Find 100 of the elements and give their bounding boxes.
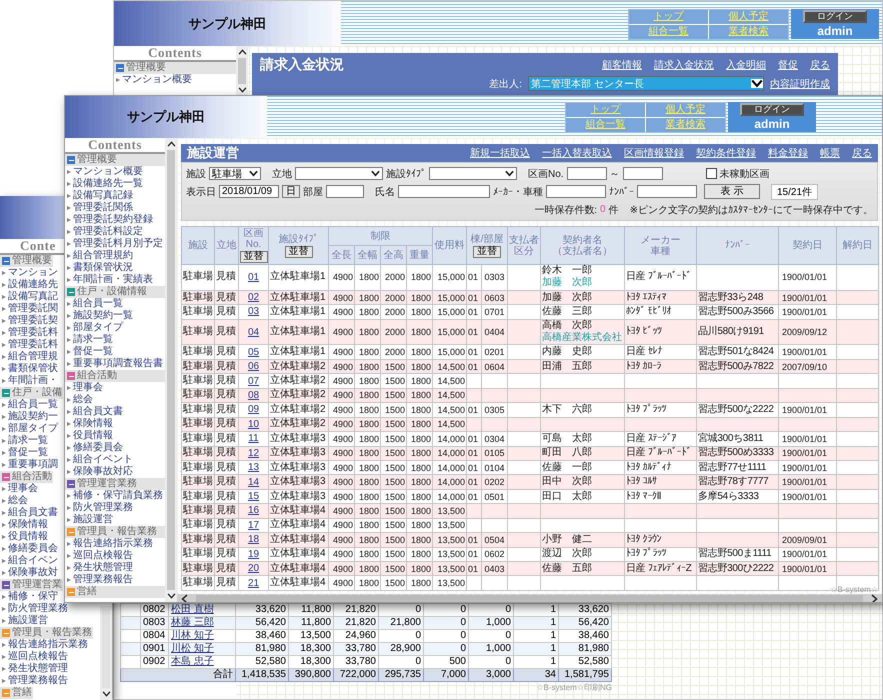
sidebar-item[interactable]: 管理業務報告 [0,675,69,687]
sidebar-item[interactable]: 請求一覧 [0,435,49,447]
sidebar-item[interactable]: 修繕委員会 [0,543,59,555]
certified-link[interactable]: 内容証明作成 [770,76,830,90]
sidebar-item[interactable]: 組合員一覧 [0,399,59,411]
sidebar-item[interactable]: 修繕委員会 [65,442,165,454]
sidebar-item[interactable]: マンション [0,267,59,279]
sidebar-item[interactable]: 報告連絡指示業務 [65,538,165,550]
scrollbar[interactable] [100,606,112,700]
sidebar-item[interactable]: 保険事故対 [0,567,59,579]
sidebar-item[interactable]: 管理業務報告 [65,574,165,586]
date-field[interactable]: 2018/01/09 [219,185,279,198]
sidebar-item[interactable]: 補修・保守 [0,591,59,603]
sidebar-item[interactable]: 保険事故対応 [65,466,165,478]
input-field[interactable] [566,167,607,180]
sidebar-item[interactable]: 組合管理規 [0,351,59,363]
page-link[interactable]: 料金登録 [768,146,808,160]
scrollbar[interactable] [165,138,177,602]
sidebar-group[interactable]: 営繕 [65,586,165,598]
sidebar-item[interactable]: 督促一覧 [0,447,49,459]
sidebar-item[interactable]: 組合員文書 [0,507,59,519]
sidebar-item[interactable]: 防火管理業務 [0,603,69,615]
sidebar-item[interactable]: 管理委託料設定 [65,226,165,238]
sidebar-item[interactable]: 保険情報 [65,418,165,430]
page-link[interactable]: 区画情報登録 [624,146,684,160]
sidebar-group[interactable]: 住戸・設備 [0,387,63,399]
sidebar-item[interactable]: 役員情報 [65,430,165,442]
sidebar-item[interactable]: 管理委託料 [0,339,59,351]
sidebar-group[interactable]: 組合活動 [0,471,53,483]
sidebar-item[interactable]: 設備連絡先 [0,279,59,291]
page-link[interactable]: 契約条件登録 [696,146,756,160]
page-link[interactable]: 戻る [810,58,830,72]
sidebar-group[interactable]: 管理概要 [114,62,236,74]
lot-link[interactable]: 04 [248,326,260,338]
sidebar-group[interactable]: 管理運営業 [0,579,63,591]
sidebar-item[interactable]: 報告連絡指示業務 [0,639,89,651]
location-dropdown[interactable] [295,167,383,180]
page-link[interactable]: 帳票 [820,146,840,160]
sidebar-item[interactable]: 組合員文書 [65,406,165,418]
input-field[interactable] [622,167,663,180]
input-field[interactable] [326,185,364,198]
page-link[interactable]: 新規一括取込 [470,146,530,160]
lot-link[interactable]: 01 [248,272,260,283]
sidebar-item[interactable]: 設備連絡先一覧 [65,178,165,190]
input-field[interactable] [546,185,606,198]
input-field[interactable] [637,185,697,198]
sidebar-item[interactable]: 施設運営 [0,615,49,627]
sidebar-item[interactable]: 理事会 [65,382,165,394]
sidebar-group[interactable]: 管理概要 [0,255,53,267]
sort-button[interactable]: 並替 [473,246,501,258]
sort-button[interactable]: 並替 [284,246,312,258]
sidebar-item[interactable]: 部屋タイプ [65,322,165,334]
sidebar-item[interactable]: 巡回点検報告 [0,651,69,663]
sidebar-group[interactable]: 管理員・報告業務 [0,627,93,639]
sidebar-item[interactable]: 補修・保守請負業務 [65,490,165,502]
sidebar-item[interactable]: 役員情報 [0,531,49,543]
sidebar-item[interactable]: 部屋タイプ [0,423,59,435]
login-button[interactable]: ログイン [740,102,804,116]
sidebar-item[interactable]: 管理委託関 [0,303,59,315]
sidebar-group[interactable]: 住戸・設備情報 [65,286,165,298]
sidebar-item[interactable]: 管理委託契約登録 [65,214,165,226]
scrollbar[interactable] [236,46,248,96]
sidebar-item[interactable]: 年間計画・ [0,375,59,387]
page-link[interactable]: 顧客情報 [602,58,642,72]
sidebar-item[interactable]: 請求一覧 [65,334,165,346]
show-button[interactable]: 表 示 [704,184,760,199]
checkbox[interactable] [706,168,717,179]
sidebar-item[interactable]: 総会 [0,495,29,507]
sidebar-item[interactable]: 設備写真記録 [65,190,165,202]
sidebar-item[interactable]: 管理委託料 [0,327,59,339]
calendar-button[interactable]: 日 [282,185,300,198]
sidebar-item[interactable]: 重要事項調 [0,459,59,471]
sidebar-item[interactable]: 発生状態管理 [0,663,69,675]
sidebar-item[interactable]: 理事会 [0,483,39,495]
sidebar-item[interactable]: 書類保管状況 [65,262,165,274]
sidebar-item[interactable]: 発生状態管理 [65,562,165,574]
page-link[interactable]: 戻る [852,146,872,160]
page-link[interactable]: 入金明細 [726,58,766,72]
sidebar-item[interactable]: 年間計画・実績表 [65,274,165,286]
page-link[interactable]: 一括入替表取込 [542,146,612,160]
sidebar-item[interactable]: 組合イベント [65,454,165,466]
sidebar-item[interactable]: 管理委託関係 [65,202,165,214]
sidebar-item[interactable]: マンション概要 [114,74,236,86]
sidebar-item[interactable]: 組合員一覧 [65,298,165,310]
page-link[interactable]: 督促 [778,58,798,72]
sidebar-item[interactable]: 設備写真記 [0,291,59,303]
sidebar-item[interactable]: 重要事項調査報告書 [65,358,165,370]
sidebar-group[interactable]: 営繕 [0,687,33,699]
sidebar-group[interactable]: 管理運営業務 [65,478,165,490]
sidebar-item[interactable]: 施設契約一 [0,411,59,423]
sort-button[interactable]: 並替 [240,251,268,263]
sidebar-item[interactable]: 保険情報 [0,519,49,531]
sidebar-item[interactable]: 組合イベン [0,555,59,567]
sidebar-group[interactable]: 組合活動 [65,370,165,382]
sidebar-item[interactable]: 督促一覧 [65,346,165,358]
sidebar-item[interactable]: 管理委託契 [0,315,59,327]
scrollbar[interactable] [177,594,882,602]
input-field[interactable] [398,185,490,198]
sidebar-item[interactable]: 巡回点検報告 [65,550,165,562]
sidebar-group[interactable]: 管理概要 [65,154,165,166]
